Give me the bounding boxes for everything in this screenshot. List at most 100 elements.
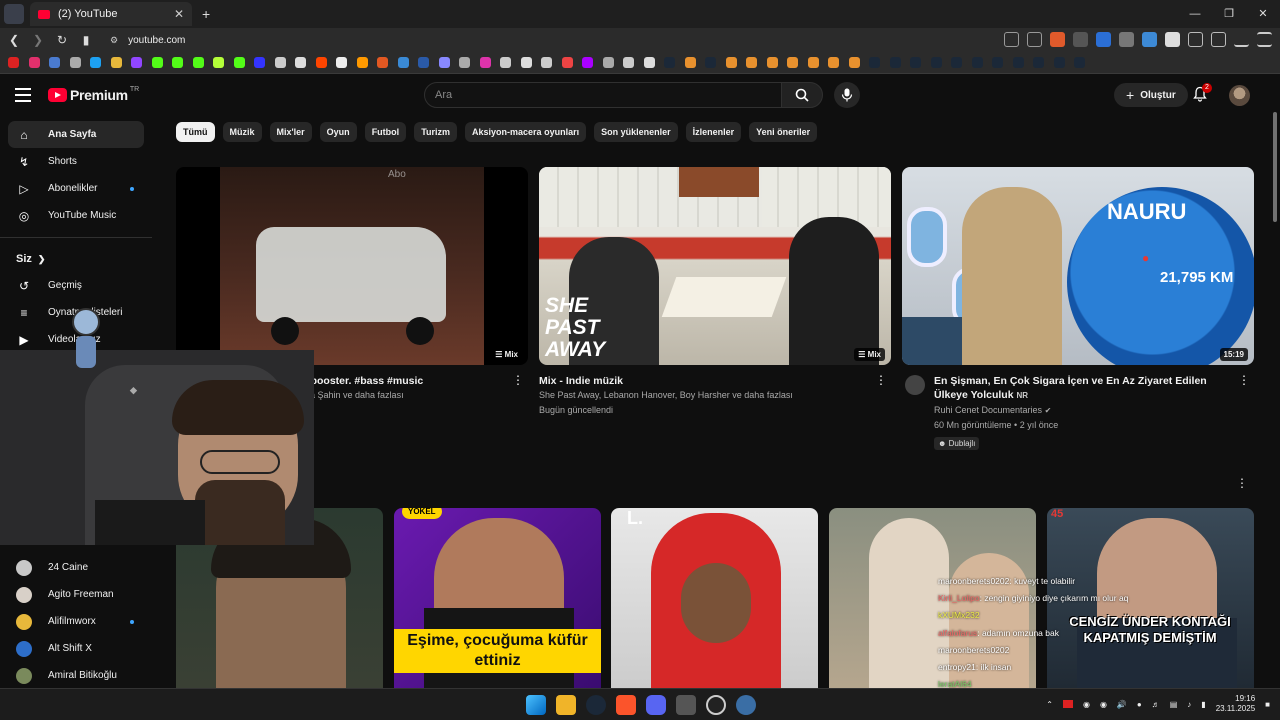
account-avatar[interactable] <box>1229 85 1250 106</box>
bookmark-favicon-icon[interactable] <box>746 57 757 68</box>
sidebar-item-history[interactable]: ↺ Geçmiş <box>8 272 144 299</box>
bookmark-favicon-icon[interactable] <box>49 57 60 68</box>
chip-football[interactable]: Futbol <box>364 122 407 142</box>
sidebar-item-youtube-music[interactable]: ◎ YouTube Music <box>8 202 144 229</box>
app-icon-2[interactable] <box>736 695 756 715</box>
extension-icon-3[interactable] <box>1119 32 1134 47</box>
bookmark-favicon-icon[interactable] <box>1033 57 1044 68</box>
reload-icon[interactable]: ↻ <box>52 33 72 47</box>
hamburger-menu-icon[interactable] <box>15 88 31 102</box>
bookmark-favicon-icon[interactable] <box>1012 57 1024 68</box>
search-button[interactable] <box>781 82 823 108</box>
bookmark-favicon-icon[interactable] <box>992 57 1003 68</box>
chip-tourism[interactable]: Turizm <box>414 122 458 142</box>
network-icon[interactable]: ▤ <box>1170 700 1178 709</box>
extension-icon-4[interactable] <box>1142 32 1157 47</box>
bookmark-favicon-icon[interactable] <box>602 57 614 68</box>
bookmark-favicon-icon[interactable] <box>254 57 265 68</box>
page-scrollbar[interactable] <box>1270 74 1280 688</box>
chip-action-adventure[interactable]: Aksiyon-macera oyunları <box>465 122 587 142</box>
brave-browser-icon[interactable] <box>616 695 636 715</box>
bookmark-favicon-icon[interactable] <box>520 57 532 68</box>
extension-icon-5[interactable] <box>1165 32 1180 47</box>
battery-icon[interactable]: ▮ <box>1201 700 1205 709</box>
bookmark-icon[interactable]: ▮ <box>76 33 96 47</box>
close-window-button[interactable]: ✕ <box>1246 0 1280 28</box>
tab-youtube[interactable]: (2) YouTube ✕ <box>30 2 192 26</box>
bookmark-favicon-icon[interactable] <box>377 57 388 68</box>
bookmark-favicon-icon[interactable] <box>69 57 81 68</box>
bookmark-favicon-icon[interactable] <box>438 57 450 68</box>
bookmark-favicon-icon[interactable] <box>274 57 286 68</box>
channel-name[interactable]: Ruhi Cenet Documentaries ✔ <box>902 403 1254 418</box>
voice-search-button[interactable] <box>834 82 860 108</box>
speaker-icon[interactable]: ♬ <box>1152 700 1160 709</box>
video-title[interactable]: Mix - Indie müzik <box>539 374 891 388</box>
bookmark-favicon-icon[interactable] <box>172 57 183 68</box>
sidebar-item-shorts[interactable]: ↯ Shorts <box>8 148 144 175</box>
bookmark-favicon-icon[interactable] <box>930 57 942 68</box>
bookmark-favicon-icon[interactable] <box>479 57 491 68</box>
video-thumbnail[interactable]: SHE PAST AWAY ☰ Mix <box>539 167 891 365</box>
bookmark-favicon-icon[interactable] <box>684 57 696 68</box>
tab-close-icon[interactable]: ✕ <box>174 7 184 21</box>
bookmark-favicon-icon[interactable] <box>336 57 347 68</box>
bookmark-favicon-icon[interactable] <box>397 57 409 68</box>
bookmark-favicon-icon[interactable] <box>213 57 224 68</box>
bookmark-favicon-icon[interactable] <box>500 57 511 68</box>
bookmark-favicon-icon[interactable] <box>459 57 470 68</box>
taskbar-clock[interactable]: 19:16 23.11.2025 <box>1216 694 1255 714</box>
sidebar-toggle-icon[interactable] <box>1211 32 1226 47</box>
extension-icon-1[interactable] <box>1073 32 1088 47</box>
tray-app-icon[interactable] <box>1062 700 1073 708</box>
puzzle-icon[interactable] <box>1188 32 1203 47</box>
chip-music[interactable]: Müzik <box>222 122 262 142</box>
bookmark-favicon-icon[interactable] <box>28 57 40 68</box>
bookmark-favicon-icon[interactable] <box>869 57 880 68</box>
video-thumbnail[interactable]: Abo ☰ Mix <box>176 167 528 365</box>
file-explorer-icon[interactable] <box>556 695 576 715</box>
bookmark-favicon-icon[interactable] <box>725 57 737 68</box>
windows-start-icon[interactable] <box>526 695 546 715</box>
bookmark-favicon-icon[interactable] <box>705 57 716 68</box>
video-card[interactable]: NAURU ● 21,795 KM 15:19 En Şişman, En Ço… <box>902 167 1254 451</box>
sidebar-section-you[interactable]: Siz ❯ <box>16 246 152 272</box>
channel-avatar[interactable] <box>905 375 925 395</box>
scrollbar-thumb[interactable] <box>1273 112 1277 222</box>
app-icon-1[interactable] <box>676 695 696 715</box>
bookmark-favicon-icon[interactable] <box>315 57 327 68</box>
bookmark-favicon-icon[interactable] <box>131 57 142 68</box>
bookmark-favicon-icon[interactable] <box>951 57 962 68</box>
video-thumbnail[interactable]: YOKEL Eşime, çocuğuma küfür ettiniz <box>394 508 601 688</box>
tray-steam-icon[interactable]: ◉ <box>1100 700 1107 709</box>
bookmark-favicon-icon[interactable] <box>787 57 798 68</box>
more-options-icon[interactable]: ⋮ <box>875 373 887 387</box>
site-settings-icon[interactable]: ⚙ <box>110 35 118 46</box>
channel-item[interactable]: Amiral Bitikoğlu <box>8 662 144 689</box>
menu-icon[interactable] <box>1257 32 1272 47</box>
download-icon[interactable] <box>1234 32 1249 47</box>
steam-icon[interactable] <box>586 695 606 715</box>
bookmark-favicon-icon[interactable] <box>418 57 429 68</box>
chip-new-to-you[interactable]: Yeni öneriler <box>749 122 818 142</box>
video-card[interactable]: SHE PAST AWAY ☰ Mix Mix - Indie müzik Sh… <box>539 167 891 418</box>
bookmark-favicon-icon[interactable] <box>541 57 552 68</box>
brave-shields-icon[interactable] <box>1050 32 1065 47</box>
bookmark-favicon-icon[interactable] <box>623 57 634 68</box>
sidebar-item-home[interactable]: ⌂ Ana Sayfa <box>8 121 144 148</box>
bookmark-favicon-icon[interactable] <box>233 57 245 68</box>
bookmark-favicon-icon[interactable] <box>1053 57 1065 68</box>
bookmark-favicon-icon[interactable] <box>356 57 368 68</box>
chip-all[interactable]: Tümü <box>176 122 215 142</box>
video-thumbnail[interactable]: NAURU ● 21,795 KM 15:19 <box>902 167 1254 365</box>
bookmark-favicon-icon[interactable] <box>582 57 593 68</box>
bookmark-favicon-icon[interactable] <box>110 57 122 68</box>
video-title[interactable]: En Şişman, En Çok Sigara İçen ve En Az Z… <box>902 374 1254 403</box>
tray-app-icon[interactable]: ◉ <box>1083 700 1090 709</box>
notifications-button[interactable]: 2 <box>1192 83 1212 104</box>
bookmark-favicon-icon[interactable] <box>90 57 101 68</box>
bookmark-favicon-icon[interactable] <box>889 57 901 68</box>
bookmark-favicon-icon[interactable] <box>1074 57 1085 68</box>
bookmark-favicon-icon[interactable] <box>192 57 204 68</box>
channel-item[interactable]: Agito Freeman <box>8 581 144 608</box>
